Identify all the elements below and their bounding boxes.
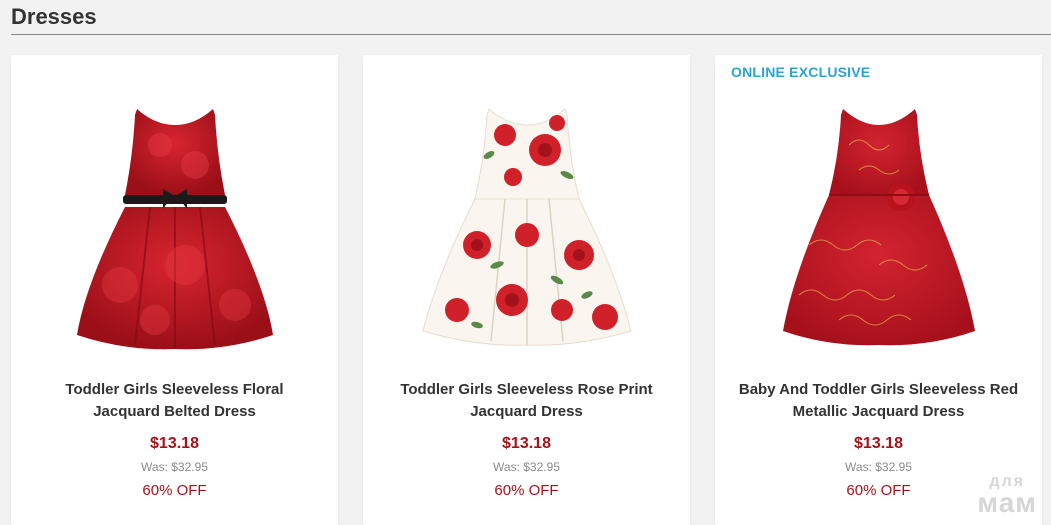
online-exclusive-badge: ONLINE EXCLUSIVE: [731, 64, 871, 80]
section-title: Dresses: [11, 4, 97, 29]
discount-label: 60% OFF: [494, 482, 559, 499]
section-header: Dresses: [11, 0, 1051, 35]
product-card[interactable]: ONLINE EXCLUSIVE Baby And Toddler Girls …: [715, 55, 1042, 525]
product-image[interactable]: [363, 95, 690, 365]
product-name[interactable]: Baby And Toddler Girls Sleeveless Red Me…: [735, 379, 1022, 423]
product-card[interactable]: Toddler Girls Sleeveless Rose Print Jacq…: [363, 55, 690, 525]
original-price: Was: $32.95: [493, 460, 560, 474]
white-rose-dress-image: [421, 108, 632, 346]
product-name[interactable]: Toddler Girls Sleeveless Floral Jacquard…: [31, 379, 318, 423]
sale-price: $13.18: [150, 435, 199, 452]
product-card[interactable]: Toddler Girls Sleeveless Floral Jacquard…: [11, 55, 338, 525]
sale-price: $13.18: [502, 435, 551, 452]
sale-price: $13.18: [854, 435, 903, 452]
red-metallic-dress-image: [782, 109, 975, 346]
product-image[interactable]: [715, 95, 1042, 365]
product-image[interactable]: [11, 95, 338, 365]
original-price: Was: $32.95: [141, 460, 208, 474]
original-price: Was: $32.95: [845, 460, 912, 474]
discount-label: 60% OFF: [142, 482, 207, 499]
red-belted-dress-image: [76, 109, 273, 350]
watermark: для мам: [977, 474, 1037, 518]
watermark-line2: мам: [977, 486, 1037, 518]
product-name[interactable]: Toddler Girls Sleeveless Rose Print Jacq…: [383, 379, 670, 423]
